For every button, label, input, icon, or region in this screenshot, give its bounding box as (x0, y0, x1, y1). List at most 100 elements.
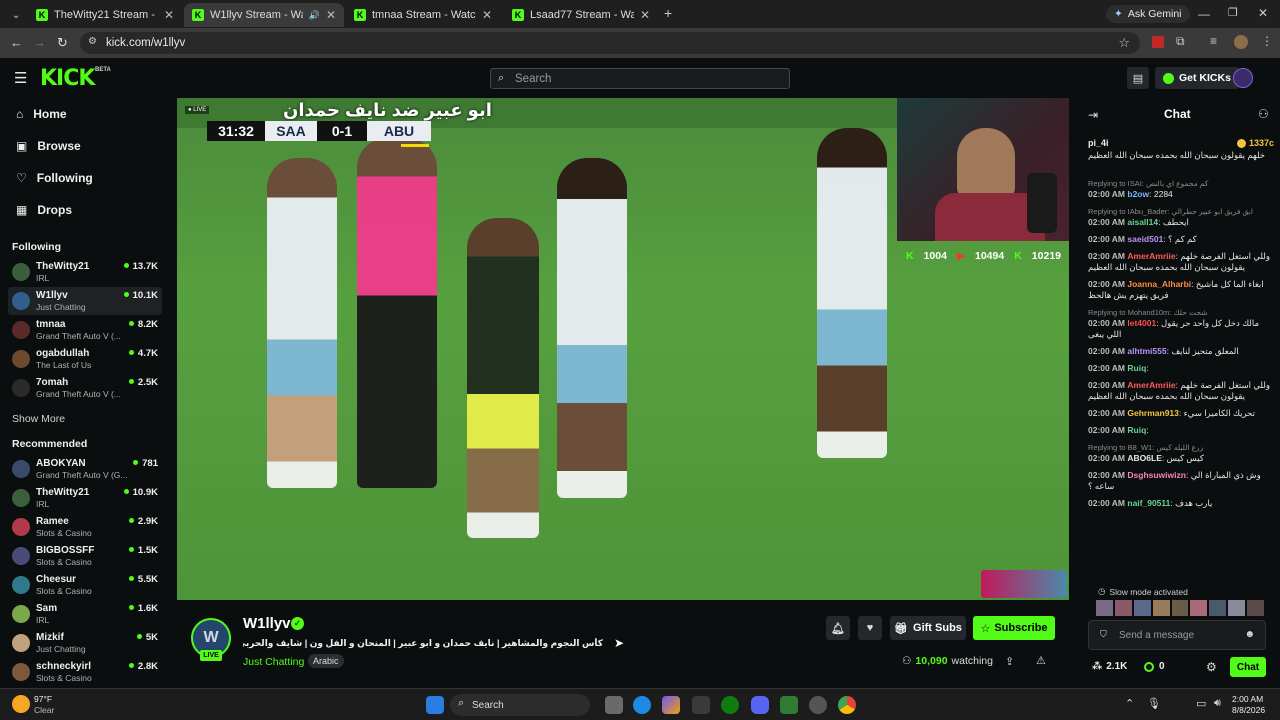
emote-icon[interactable] (1152, 600, 1170, 616)
recommended-channel[interactable]: Ramee Slots & Casino 2.9K (8, 513, 162, 541)
report-warning-icon[interactable]: ⚠ (1036, 654, 1046, 667)
chat-message[interactable]: 02:00 AM naif_90511: يارب هدف (1088, 498, 1274, 509)
speaker-icon[interactable]: 🔊 (309, 10, 320, 21)
chat-message[interactable]: Replying to Mohand10m: شحت حلك 02:00 AM l… (1088, 307, 1274, 340)
kicks-balance[interactable]: 0 (1144, 661, 1165, 672)
emote-icon[interactable] (1209, 600, 1227, 616)
recommended-channel[interactable]: ABOKYAN Grand Theft Auto V (G... 781 (8, 455, 162, 483)
tab-tmnaa[interactable]: K tmnaa Stream - Watch Live on ✕ (346, 3, 500, 27)
chat-message[interactable]: 02:00 AM AmerAmriie: وللي استغل الفرصة خ… (1088, 380, 1274, 402)
close-window-icon[interactable]: ✕ (1258, 6, 1268, 20)
collapse-chat-icon[interactable]: ⇥ (1088, 108, 1098, 122)
message-username[interactable]: ABO6LE (1127, 453, 1161, 463)
profile-avatar[interactable] (1234, 35, 1248, 49)
chat-message[interactable]: 02:00 AM Ruiq: (1088, 363, 1274, 374)
tab-lsaad77[interactable]: K Lsaad77 Stream - Watch Live o ✕ (504, 3, 658, 27)
subscribe-button[interactable]: ☆ Subscribe (973, 616, 1055, 640)
message-username[interactable]: Ruiq (1127, 425, 1146, 435)
hamburger-menu-icon[interactable]: ☰ (14, 69, 27, 87)
chat-message[interactable]: 02:00 AM Joanna_Alharbi: ابغاء الما كل م… (1088, 279, 1274, 301)
extension-icon[interactable] (1152, 36, 1164, 48)
message-username[interactable]: AmerAmriie (1127, 251, 1175, 261)
task-view-icon[interactable] (605, 696, 623, 714)
emote-icon[interactable] (1114, 600, 1132, 616)
tab-w1llyv[interactable]: K W1llyv Stream - Watch Live 🔊 ✕ (184, 3, 344, 27)
emote-icon[interactable] (1133, 600, 1151, 616)
chat-users-icon[interactable]: ⚇ (1258, 107, 1269, 121)
follow-heart-icon[interactable]: ♥ (858, 616, 882, 640)
channel-points[interactable]: ⁂ 2.1K (1092, 661, 1127, 672)
reading-list-icon[interactable]: ≡ (1210, 34, 1217, 48)
chat-message[interactable]: خلهم يقولون سبحان الله بحمده سبحان الله … (1088, 150, 1274, 161)
emote-icon[interactable] (1190, 600, 1208, 616)
following-channel[interactable]: TheWitty21 IRL 13.7K (8, 258, 162, 286)
emote-icon[interactable] (1247, 600, 1265, 616)
site-info-icon[interactable]: ⚙ (88, 36, 97, 47)
recommended-channel[interactable]: Mizkif Just Chatting 5K (8, 629, 162, 657)
minimize-icon[interactable]: — (1198, 7, 1210, 21)
tray-chevron-up-icon[interactable]: ⌃ (1125, 697, 1134, 710)
maximize-icon[interactable]: ❐ (1228, 6, 1238, 19)
kick-logo[interactable]: KICK (40, 66, 95, 91)
following-channel[interactable]: tmnaa Grand Theft Auto V (... 8.2K (8, 316, 162, 344)
chat-settings-gear-icon[interactable]: ⚙ (1206, 660, 1217, 674)
message-username[interactable]: b2ow (1127, 189, 1149, 199)
nav-drops[interactable]: ▦ Drops (16, 200, 72, 220)
theatre-mode-icon[interactable]: ▤ (1127, 67, 1149, 89)
back-arrow-icon[interactable]: ← (10, 35, 23, 50)
share-icon[interactable]: ⇪ (1005, 655, 1014, 668)
get-kicks-button[interactable]: Get KICKs (1155, 67, 1239, 89)
following-channel[interactable]: 7omah Grand Theft Auto V (... 2.5K (8, 374, 162, 402)
stream-category-link[interactable]: Just Chatting (243, 656, 304, 668)
close-icon[interactable]: ✕ (640, 8, 650, 22)
volume-icon[interactable]: 🔊︎ (1214, 697, 1221, 710)
emote-icon[interactable] (1228, 600, 1246, 616)
chat-message-input[interactable]: ⛉ Send a message ☻ (1088, 620, 1266, 650)
notification-bell-icon[interactable]: 🔔︎ (826, 616, 850, 640)
tab-thewitty21[interactable]: K TheWitty21 Stream - Watch Live ✕ (28, 3, 182, 27)
microphone-icon[interactable]: 🎙︎ (1147, 697, 1161, 710)
chat-message[interactable]: 02:00 AM AmerAmriie: وللي استغل الفرصة خ… (1088, 251, 1274, 273)
close-icon[interactable]: ✕ (482, 8, 492, 22)
chat-message[interactable]: 02:00 AM Gehrman913: تحريك الكاميرا سيء (1088, 408, 1274, 419)
chat-message[interactable]: 02:00 AM alhtmi555: المعلق متحيز لنايف (1088, 346, 1274, 357)
discord-icon[interactable] (751, 696, 769, 714)
message-username[interactable]: saeid501 (1127, 234, 1163, 244)
recommended-channel[interactable]: Cheesur Slots & Casino 5.5K (8, 571, 162, 599)
nav-following[interactable]: ♡ Following (16, 168, 93, 188)
nav-home[interactable]: ⌂ Home (16, 104, 67, 124)
recommended-channel[interactable]: BIGBOSSFF Slots & Casino 1.5K (8, 542, 162, 570)
emote-icon[interactable] (1096, 600, 1113, 616)
message-username[interactable]: alhtmi555 (1127, 346, 1166, 356)
ask-gemini-button[interactable]: ✦ Ask Gemini (1106, 5, 1190, 23)
following-channel[interactable]: ogabdullah The Last of Us 4.7K (8, 345, 162, 373)
recommended-channel[interactable]: Sam IRL 1.6K (8, 600, 162, 628)
windows-start-icon[interactable] (426, 696, 444, 714)
search-input[interactable]: ⌕ Search (490, 68, 790, 89)
video-player[interactable]: ● LIVE ابو عبير ضد نايف حمدان 31:32 SAA … (177, 98, 1069, 600)
message-username[interactable]: Dsghsuwiwizn (1127, 470, 1186, 480)
edge-browser-icon[interactable] (633, 696, 651, 714)
app-icon[interactable] (809, 696, 827, 714)
recommended-channel[interactable]: schneckyirl Slots & Casino 2.8K (8, 658, 162, 686)
network-icon[interactable]: ▭ (1196, 697, 1206, 710)
recommended-channel[interactable]: TheWitty21 IRL 10.9K (8, 484, 162, 512)
show-more-link[interactable]: Show More (12, 413, 65, 425)
emote-icon[interactable] (1171, 600, 1189, 616)
following-channel[interactable]: W1llyv Just Chatting 10.1K (8, 287, 162, 315)
copilot-icon[interactable] (662, 696, 680, 714)
emoji-icon[interactable]: ☻ (1244, 629, 1255, 640)
chat-message[interactable]: Replying to IAbu_Bader: ابق فريق ابو عبي… (1088, 206, 1274, 228)
chrome-icon[interactable] (838, 696, 856, 714)
store-icon[interactable] (692, 696, 710, 714)
chat-message[interactable]: 02:00 AM Dsghsuwiwizn: وش ذي المباراة ال… (1088, 470, 1274, 492)
chat-message[interactable]: 02:00 AM saeid501: كم كم ؟ (1088, 234, 1274, 245)
language-tag[interactable]: Arabic (308, 654, 344, 668)
message-username[interactable]: naif_90511 (1127, 498, 1170, 508)
taskbar-search[interactable]: ⌕ Search (450, 694, 590, 716)
message-username[interactable]: Ruiq (1127, 363, 1146, 373)
app-icon[interactable] (780, 696, 798, 714)
reload-icon[interactable]: ↻ (57, 35, 68, 51)
forward-arrow-icon[interactable]: → (33, 35, 46, 50)
gift-subs-button[interactable]: 🎁︎ Gift Subs (890, 616, 966, 640)
